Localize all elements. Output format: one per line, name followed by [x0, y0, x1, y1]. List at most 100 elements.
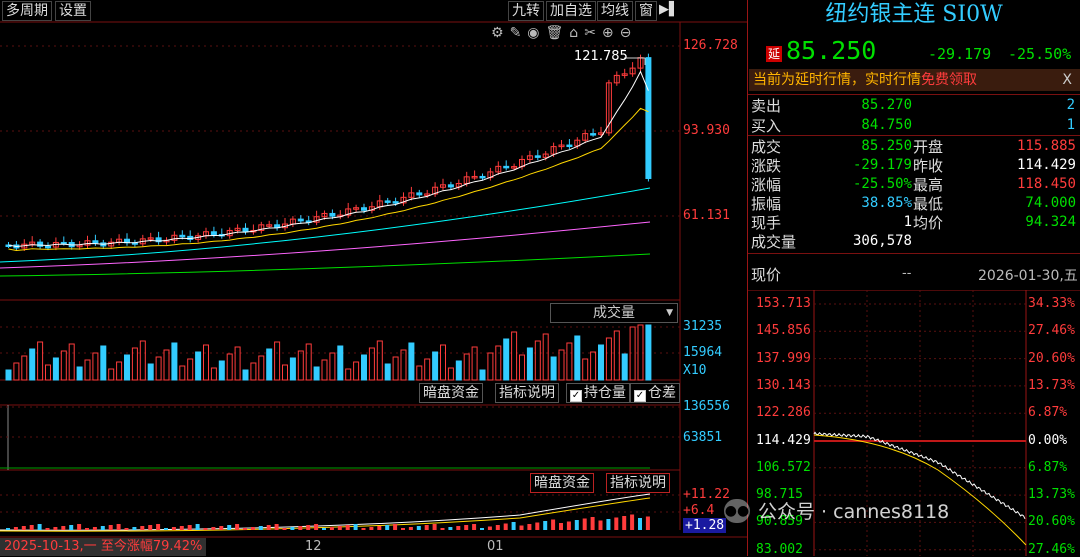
- candle: [447, 184, 454, 188]
- volume-selector[interactable]: 成交量 ▼: [550, 303, 678, 323]
- ind2-axis-high: +11.22: [683, 487, 730, 502]
- intraday-right-tick: 6.87%: [1028, 459, 1068, 475]
- explain-button-2[interactable]: 指标说明: [606, 473, 670, 493]
- intraday-right-tick: 27.46%: [1028, 541, 1075, 557]
- volume-bar: [574, 335, 581, 381]
- close-icon[interactable]: X: [1062, 69, 1072, 91]
- delay-notice-text: 当前为延时行情，实时行情: [753, 72, 921, 88]
- ma-line: [8, 70, 649, 248]
- ind2-bar: [385, 525, 390, 530]
- candle: [503, 165, 510, 169]
- volume-bar: [376, 340, 383, 381]
- quote-label2-1: 昨收: [913, 157, 944, 175]
- volume-bar: [289, 357, 296, 381]
- volume-bar: [52, 357, 59, 381]
- quote-label2-4: 均价: [913, 214, 944, 232]
- ind2-bar: [630, 514, 635, 530]
- dark-pool-button-2[interactable]: 暗盘资金: [530, 473, 594, 493]
- volume-bar: [598, 344, 604, 381]
- volume-bar: [613, 330, 620, 381]
- ind2-bar: [432, 524, 437, 530]
- intraday-left-tick: 130.143: [756, 377, 811, 393]
- quote-value2-1: 114.429: [1016, 157, 1076, 173]
- volume-bar: [242, 369, 249, 381]
- ind2-bar: [598, 520, 603, 530]
- volume-bar: [92, 352, 99, 381]
- volume-bar: [321, 359, 328, 381]
- price-change: -29.179: [928, 45, 992, 63]
- buy-qty: 1: [1066, 117, 1075, 133]
- date-tick-01: 01: [487, 539, 504, 554]
- volume-bar: [392, 356, 399, 381]
- buy-price: 84.750: [861, 117, 912, 133]
- intraday-right-tick: 13.73%: [1028, 377, 1075, 393]
- dark-pool-button-1[interactable]: 暗盘资金: [419, 383, 483, 403]
- ind2-bar: [440, 528, 445, 530]
- ind2-bar: [464, 525, 469, 530]
- ind2-bar: [322, 528, 326, 530]
- buy-label: 买入: [751, 117, 782, 135]
- position-diff-toggle[interactable]: ✓ 仓差: [630, 383, 680, 403]
- ind2-bar: [448, 527, 453, 530]
- ind2-bar: [124, 528, 129, 530]
- quote-label-0: 成交: [751, 138, 782, 156]
- volume-bar: [479, 369, 486, 381]
- volume-bar: [258, 355, 265, 381]
- quote-label-1: 涨跌: [751, 157, 782, 175]
- volume-bar: [645, 324, 652, 381]
- volume-bar: [274, 341, 281, 381]
- intraday-dash: --: [902, 266, 912, 281]
- explain-button-1[interactable]: 指标说明: [495, 383, 559, 403]
- ind2-bar: [195, 524, 200, 530]
- chevron-down-icon: ▼: [666, 308, 673, 318]
- volume-bar: [210, 367, 217, 381]
- delay-badge: 延: [766, 46, 782, 62]
- ind2-bar: [559, 523, 563, 530]
- volume-bar: [424, 358, 431, 381]
- volume-bar: [76, 366, 83, 381]
- candle: [242, 227, 249, 233]
- volume-bar: [511, 331, 518, 381]
- date-tick-12: 12: [305, 539, 322, 554]
- instrument-title: 纽约银主连 SI0W: [825, 2, 1003, 27]
- volume-bar: [345, 368, 352, 381]
- volume-bar: [203, 344, 209, 381]
- ind2-bar: [582, 518, 587, 530]
- ind2-bar: [132, 527, 137, 530]
- volume-bar: [21, 355, 28, 381]
- candle: [566, 144, 573, 148]
- intraday-right-tick: 0.00%: [1028, 432, 1068, 448]
- volume-bar: [155, 356, 162, 381]
- ma-line: [0, 221, 651, 269]
- volume-bar: [139, 340, 146, 381]
- volume-bar: [179, 365, 186, 381]
- ma-line: [8, 107, 649, 252]
- ind2-bar: [638, 518, 642, 530]
- candle: [534, 155, 541, 158]
- free-claim-link[interactable]: 免费领取: [921, 72, 977, 88]
- intraday-left-tick: 114.429: [756, 432, 811, 448]
- volume-bar: [416, 365, 423, 381]
- quote-value-3: 38.85%: [861, 195, 912, 211]
- price-axis-low: 61.131: [683, 208, 730, 223]
- volume-bar: [218, 360, 225, 381]
- volume-bar: [471, 346, 478, 381]
- volume-axis-high: 31235: [683, 319, 723, 334]
- ind2-bar: [472, 524, 477, 530]
- candle: [297, 218, 304, 222]
- ind2-bar: [369, 527, 374, 530]
- candle: [45, 245, 51, 249]
- ind2-bar: [337, 526, 342, 530]
- ind2-bar: [527, 524, 532, 530]
- ind2-bar: [29, 525, 34, 530]
- candle: [392, 201, 399, 204]
- hold-position-toggle[interactable]: ✓ 持仓量: [566, 383, 630, 403]
- volume-bar: [147, 363, 154, 381]
- intraday-price-label: 现价: [751, 266, 782, 284]
- ind2-bar: [535, 522, 540, 530]
- price-change-pct: -25.50%: [1008, 45, 1072, 63]
- volume-label: 成交量: [751, 233, 797, 251]
- intraday-right-tick: 20.60%: [1028, 514, 1075, 530]
- ind1-axis-high: 136556: [683, 399, 730, 414]
- price-axis-mid: 93.930: [683, 123, 730, 138]
